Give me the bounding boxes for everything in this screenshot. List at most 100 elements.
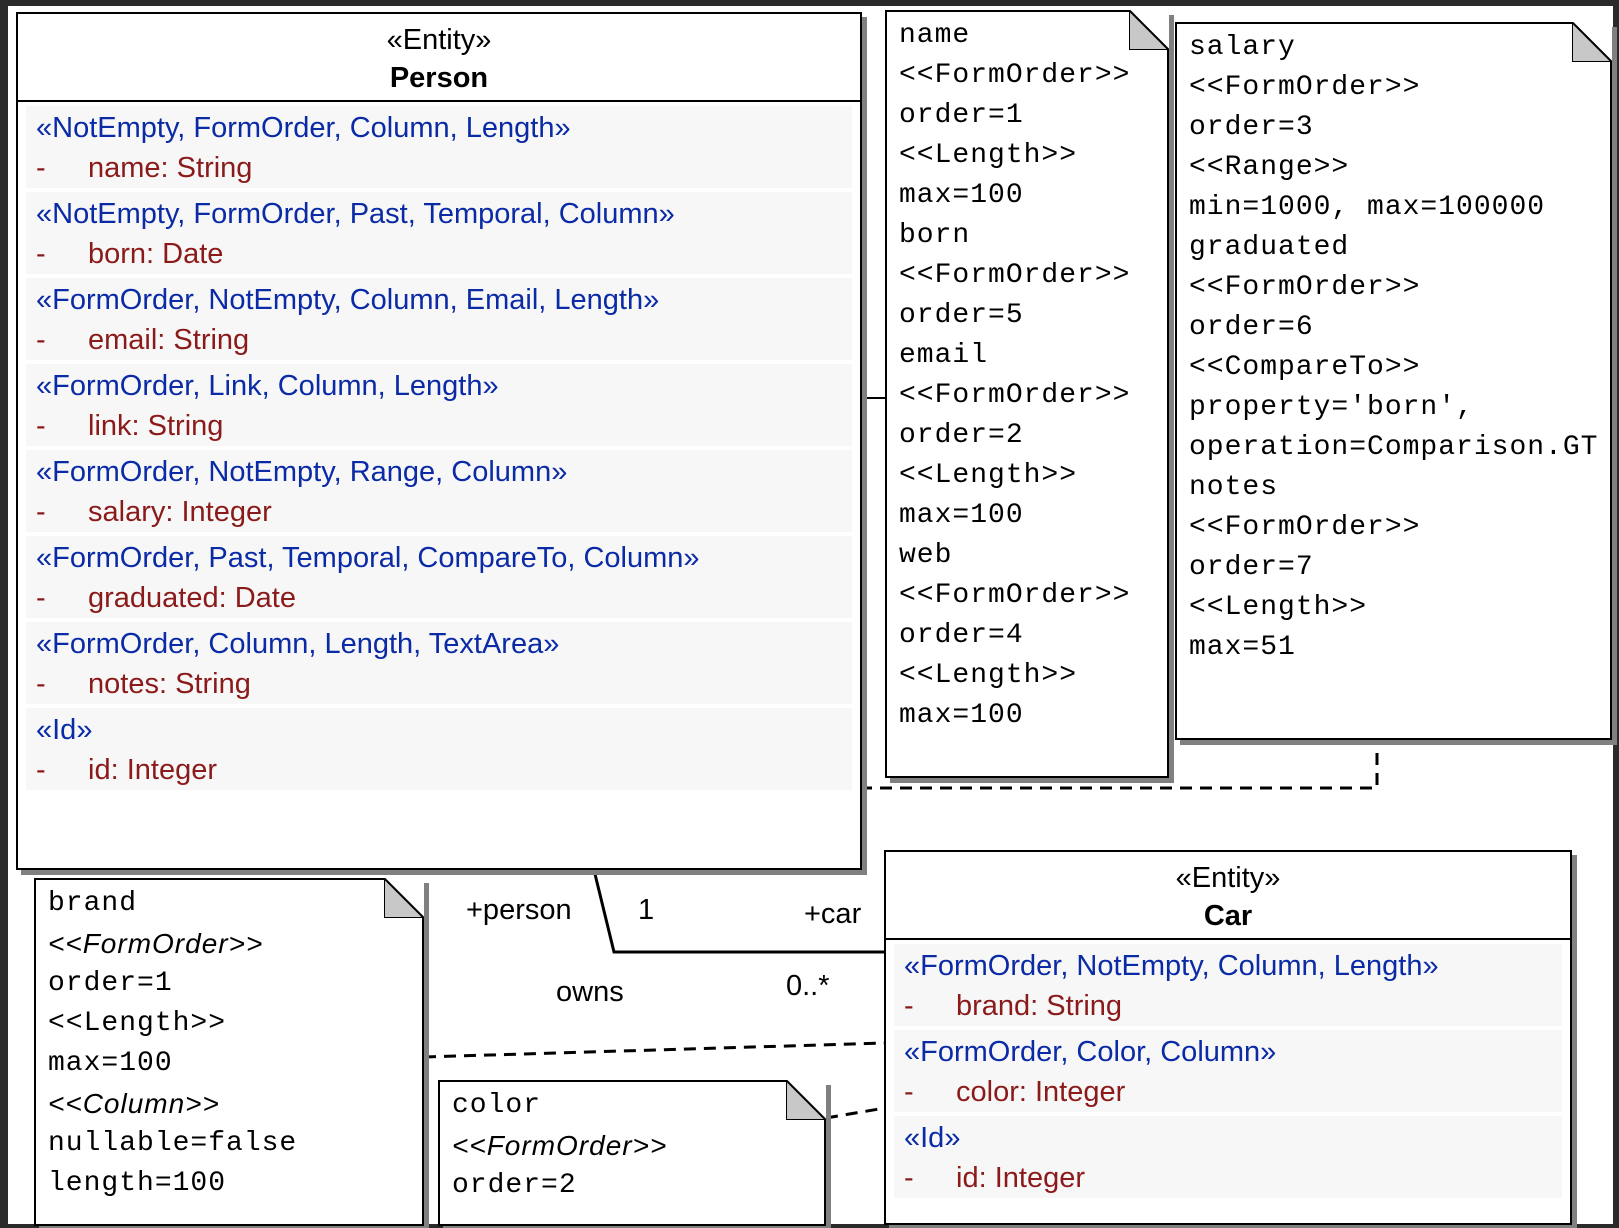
attribute-group[interactable]: «Id» - id: Integer <box>894 1116 1562 1198</box>
association-multiplicity-car: 0..* <box>786 970 830 1002</box>
attribute-stereotypes: «Id» <box>36 714 93 746</box>
attribute-line: - link: String <box>36 406 842 446</box>
attribute-visibility: - <box>36 324 46 356</box>
note-line: <<FormOrder>> <box>48 928 264 959</box>
note-line: max=51 <box>1189 632 1296 663</box>
note-line: order=4 <box>899 620 1024 651</box>
note-line: <<FormOrder>> <box>1189 272 1421 303</box>
attribute-visibility: - <box>904 1162 914 1194</box>
attribute-type: Integer <box>1034 1076 1126 1108</box>
color-constraints-note[interactable]: color <<FormOrder>> order=2 <box>438 1080 826 1226</box>
note-line: born <box>899 220 971 251</box>
association-name: owns <box>556 976 624 1008</box>
attribute-stereotypes: «FormOrder, Link, Column, Length» <box>36 370 499 402</box>
attribute-group[interactable]: «FormOrder, Column, Length, TextArea» - no… <box>26 622 852 704</box>
attribute-name: born: <box>88 238 155 270</box>
note-line: <<Column>> <box>48 1088 220 1119</box>
attribute-visibility: - <box>36 410 46 442</box>
attribute-line: - graduated: Date <box>36 578 842 618</box>
attribute-type: String <box>176 152 253 184</box>
attribute-name: brand: <box>956 990 1039 1022</box>
attribute-type: Integer <box>181 496 272 528</box>
attribute-stereotypes: «FormOrder, NotEmpty, Column, Email, Len… <box>36 284 660 316</box>
attribute-stereotypes: «FormOrder, Color, Column» <box>904 1036 1277 1068</box>
person-constraints-note-1[interactable]: name <<FormOrder>> order=1 <<Length>> max=10… <box>885 10 1169 778</box>
note-line: order=3 <box>1189 112 1314 143</box>
diagram-canvas: «Entity» Person «NotEmpty, FormOrder, Co… <box>0 0 1619 1228</box>
attribute-line: - email: String <box>36 320 842 360</box>
note-line: <<Length>> <box>48 1008 227 1039</box>
note-line: property='born', <box>1189 392 1474 423</box>
attribute-type: Date <box>234 582 296 614</box>
person-class-name: Person <box>389 62 489 94</box>
association-multiplicity-person: 1 <box>638 894 655 926</box>
note-line: order=2 <box>452 1170 577 1201</box>
note-fold-icon <box>384 878 424 918</box>
note-fold-icon <box>1572 22 1612 62</box>
attribute-line: - notes: String <box>36 664 842 704</box>
attribute-visibility: - <box>36 152 46 184</box>
attribute-line: - salary: Integer <box>36 492 842 532</box>
association-role-car: +car <box>804 898 862 930</box>
attribute-line: - name: String <box>36 148 842 188</box>
attribute-group[interactable]: «FormOrder, Past, Temporal, CompareTo, C… <box>26 536 852 618</box>
note-line: color <box>452 1090 542 1121</box>
attribute-type: String <box>147 410 224 442</box>
attribute-group[interactable]: «NotEmpty, FormOrder, Column, Length» - na… <box>26 106 852 188</box>
attribute-name: name: <box>88 152 169 184</box>
note-line: <<FormOrder>> <box>452 1130 668 1161</box>
attribute-group[interactable]: «FormOrder, NotEmpty, Range, Column» - sal… <box>26 450 852 532</box>
attribute-visibility: - <box>36 668 46 700</box>
attribute-line: - id: Integer <box>904 1158 1552 1198</box>
person-stereotype: «Entity» <box>386 24 492 56</box>
attribute-group[interactable]: «NotEmpty, FormOrder, Past, Temporal, Co… <box>26 192 852 274</box>
color-note-connector <box>825 1106 886 1120</box>
note-line: email <box>899 340 989 371</box>
attribute-name: id: <box>956 1162 987 1194</box>
attribute-name: salary: <box>88 496 174 528</box>
attribute-group[interactable]: «FormOrder, Link, Column, Length» - link: … <box>26 364 852 446</box>
person-constraints-note-2[interactable]: salary <<FormOrder>> order=3 <<Range>> min=1… <box>1175 22 1612 740</box>
attribute-stereotypes: «FormOrder, Past, Temporal, CompareTo, C… <box>36 542 700 574</box>
attribute-visibility: - <box>904 990 914 1022</box>
attribute-visibility: - <box>36 582 46 614</box>
brand-constraints-note[interactable]: brand <<FormOrder>> order=1 <<Length>> max=1… <box>34 878 424 1226</box>
attribute-visibility: - <box>36 496 46 528</box>
brand-note-connector <box>423 1041 886 1059</box>
note-line: <<FormOrder>> <box>1189 512 1421 543</box>
note-line: <<Length>> <box>899 660 1078 691</box>
attribute-group[interactable]: «Id» - id: Integer <box>26 708 852 790</box>
note-line: <<Length>> <box>899 140 1078 171</box>
attribute-group[interactable]: «FormOrder, NotEmpty, Column, Email, Len… <box>26 278 852 360</box>
note-body: color <<FormOrder>> order=2 <box>452 1086 812 1206</box>
note-line: max=100 <box>899 700 1024 731</box>
car-attributes: «FormOrder, NotEmpty, Column, Length» - br… <box>886 944 1570 1198</box>
attribute-visibility: - <box>36 238 46 270</box>
attribute-group[interactable]: «FormOrder, NotEmpty, Column, Length» - br… <box>894 944 1562 1026</box>
note-line: order=5 <box>899 300 1024 331</box>
note-line: order=1 <box>899 100 1024 131</box>
attribute-visibility: - <box>904 1076 914 1108</box>
note-line: max=100 <box>899 500 1024 531</box>
note-line: <<FormOrder>> <box>899 60 1131 91</box>
car-entity-class[interactable]: «Entity» Car «FormOrder, NotEmpty, Colum… <box>884 850 1572 1225</box>
attribute-group[interactable]: «FormOrder, Color, Column» - color: Intege… <box>894 1030 1562 1112</box>
car-header: «Entity» Car <box>886 852 1570 940</box>
attribute-line: - id: Integer <box>36 750 842 790</box>
note-line: salary <box>1189 32 1296 63</box>
attribute-name: graduated: <box>88 582 227 614</box>
attribute-type: Integer <box>126 754 217 786</box>
note-line: web <box>899 540 953 571</box>
note-line: order=6 <box>1189 312 1314 343</box>
note-line: <<Range>> <box>1189 152 1350 183</box>
attribute-name: notes: <box>88 668 167 700</box>
attribute-line: - born: Date <box>36 234 842 274</box>
attribute-name: email: <box>88 324 166 356</box>
note-line: nullable=false <box>48 1128 298 1159</box>
note-body: name <<FormOrder>> order=1 <<Length>> max=10… <box>899 16 1155 736</box>
attribute-type: String <box>1046 990 1123 1022</box>
note-line: max=100 <box>899 180 1024 211</box>
person-entity-class[interactable]: «Entity» Person «NotEmpty, FormOrder, Co… <box>16 12 862 870</box>
note-line: notes <box>1189 472 1279 503</box>
attribute-line: - color: Integer <box>904 1072 1552 1112</box>
